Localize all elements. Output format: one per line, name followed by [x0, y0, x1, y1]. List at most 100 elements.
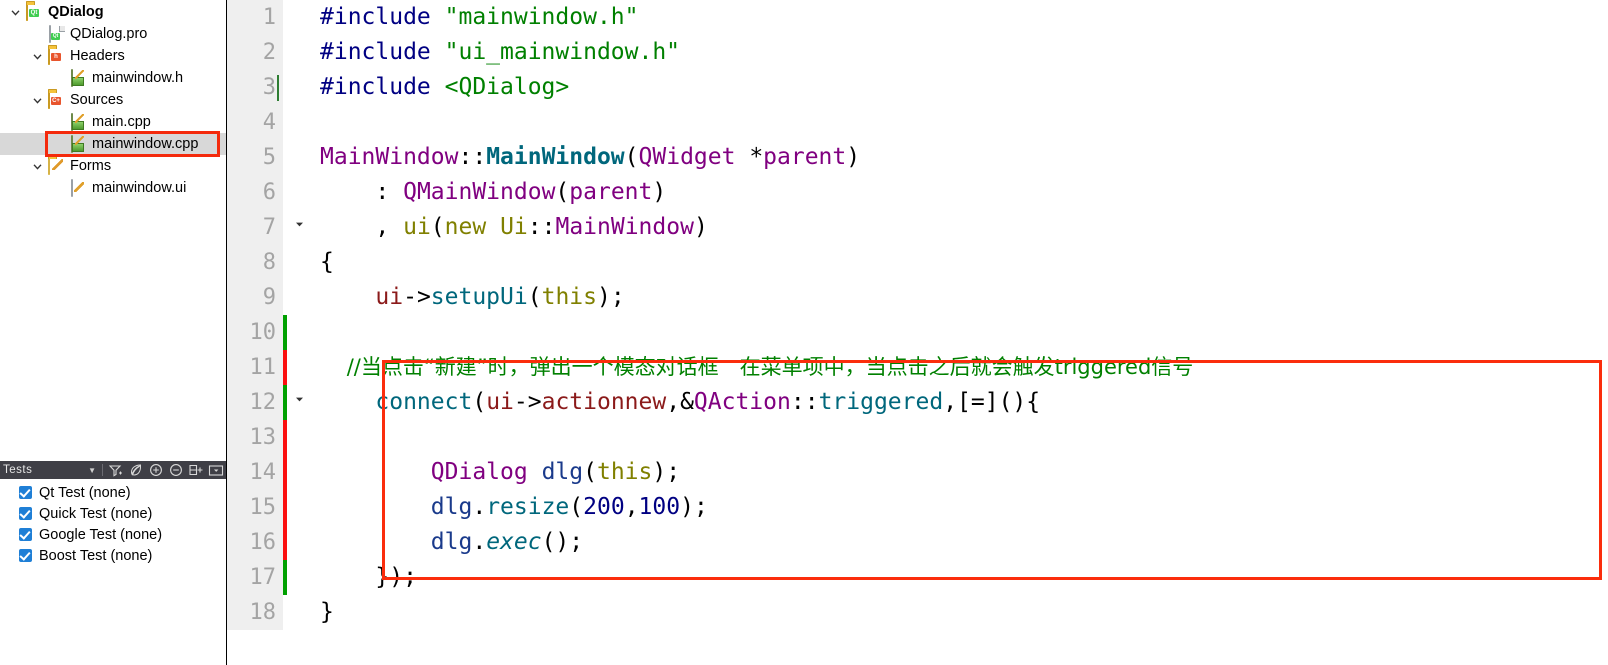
code-text[interactable]: connect(ui->actionnew,&QAction::triggere…	[311, 385, 1040, 420]
code-text[interactable]: : QMainWindow(parent)	[311, 175, 666, 210]
fold-chevron-down-icon[interactable]	[287, 385, 311, 420]
code-token: connect	[375, 389, 473, 415]
tree-item-mainwindow-cpp[interactable]: mainwindow.cpp	[0, 133, 226, 155]
tree-item-label: QDialog.pro	[70, 26, 148, 42]
tree-item-label: QDialog	[48, 4, 104, 20]
chevron-down-icon[interactable]	[4, 7, 26, 18]
code-text[interactable]: });	[311, 560, 417, 595]
tree-item-qdialog[interactable]: Qt QDialog	[0, 1, 226, 23]
code-token: }	[320, 599, 334, 625]
code-token: triggered	[818, 389, 944, 415]
add-sort-icon[interactable]	[186, 462, 206, 478]
code-text[interactable]: ui->setupUi(this);	[311, 280, 624, 315]
code-line[interactable]: 4	[227, 105, 1608, 140]
test-list-item[interactable]: Quick Test (none)	[0, 503, 226, 524]
chevron-down-icon[interactable]: ▼	[88, 466, 96, 475]
expand-all-icon[interactable]	[146, 462, 166, 478]
tree-item-mainwindow-ui[interactable]: mainwindow.ui	[0, 177, 226, 199]
code-token: MainWindow	[486, 144, 625, 170]
test-list-item[interactable]: Boost Test (none)	[0, 545, 226, 566]
code-token: ::	[458, 144, 487, 170]
code-text[interactable]: dlg.exec();	[311, 525, 583, 560]
code-token: QMainWindow	[403, 179, 556, 205]
code-line[interactable]: 1 #include "mainwindow.h"	[227, 0, 1608, 35]
line-number: 4	[227, 105, 283, 140]
code-text[interactable]: #include "mainwindow.h"	[311, 0, 639, 35]
options-dropdown-icon[interactable]	[206, 462, 226, 478]
code-token: this	[541, 284, 597, 310]
tests-panel: Tests ▼ Qt Test (none) Quick Test (none)…	[0, 461, 226, 665]
fold-chevron-down-icon[interactable]	[287, 210, 311, 245]
code-token: #include	[320, 39, 445, 65]
code-text[interactable]: QDialog dlg(this);	[311, 455, 680, 490]
code-line[interactable]: 17 });	[227, 560, 1608, 595]
test-list-item[interactable]: Qt Test (none)	[0, 482, 226, 503]
code-text[interactable]: {	[311, 245, 334, 280]
code-line[interactable]: 10	[227, 315, 1608, 350]
code-token: );	[652, 459, 681, 485]
code-line[interactable]: 6 : QMainWindow(parent)	[227, 175, 1608, 210]
tree-item-main-cpp[interactable]: main.cpp	[0, 111, 226, 133]
code-token: QAction	[693, 389, 791, 415]
code-token: exec	[486, 529, 542, 555]
tree-item-qdialog-pro[interactable]: Qt QDialog.pro	[0, 23, 226, 45]
leaf-icon[interactable]	[126, 462, 146, 478]
code-token: QWidget	[638, 144, 736, 170]
project-tree[interactable]: Qt QDialog Qt QDialog.pro h Headers mainwindow…	[0, 0, 226, 461]
tree-item-forms[interactable]: Forms	[0, 155, 226, 177]
code-token: ui	[403, 214, 431, 240]
code-token: (	[430, 214, 445, 240]
folder-headers-icon: h	[48, 47, 65, 65]
chevron-down-icon[interactable]	[26, 161, 48, 172]
code-line[interactable]: 14 QDialog dlg(this);	[227, 455, 1608, 490]
code-text[interactable]: , ui(new Ui::MainWindow)	[311, 210, 707, 245]
code-line[interactable]: 13	[227, 420, 1608, 455]
code-line[interactable]: 8{	[227, 245, 1608, 280]
code-line[interactable]: 18}	[227, 595, 1608, 630]
chevron-down-icon[interactable]	[26, 95, 48, 106]
code-token: ::	[790, 389, 819, 415]
tree-item-mainwindow-h[interactable]: mainwindow.h	[0, 67, 226, 89]
code-line[interactable]: 11 //当点击“新建”时，弹出一个模态对话框 在菜单项中，当点击之后就会触发t…	[227, 350, 1608, 385]
line-number: 14	[227, 455, 283, 490]
code-token: dlg	[541, 459, 584, 485]
code-lines[interactable]: 1 #include "mainwindow.h" 2 #include "ui_ma…	[227, 0, 1608, 630]
tests-toolbar[interactable]: Tests ▼	[0, 461, 226, 479]
code-line[interactable]: 2 #include "ui_mainwindow.h"	[227, 35, 1608, 70]
code-text[interactable]: }	[311, 595, 334, 630]
code-line[interactable]: 7 , ui(new Ui::MainWindow)	[227, 210, 1608, 245]
code-line[interactable]: 5 MainWindow::MainWindow(QWidget *parent)	[227, 140, 1608, 175]
filter-icon[interactable]	[106, 462, 126, 478]
checkbox[interactable]	[19, 486, 32, 499]
code-line[interactable]: 15 dlg.resize(200,100);	[227, 490, 1608, 525]
checkbox[interactable]	[19, 549, 32, 562]
tree-item-sources[interactable]: C+ Sources	[0, 89, 226, 111]
test-list-item[interactable]: Google Test (none)	[0, 524, 226, 545]
code-line[interactable]: 3 #include <QDialog>	[227, 70, 1608, 105]
code-line[interactable]: 12 connect(ui->actionnew,&QAction::trigg…	[227, 385, 1608, 420]
line-number: 18	[227, 595, 283, 630]
tree-item-headers[interactable]: h Headers	[0, 45, 226, 67]
tests-list[interactable]: Qt Test (none) Quick Test (none) Google Te…	[0, 479, 226, 665]
checkbox[interactable]	[19, 528, 32, 541]
code-line[interactable]: 16 dlg.exec();	[227, 525, 1608, 560]
code-token: });	[320, 564, 417, 590]
chevron-down-icon[interactable]	[26, 51, 48, 62]
code-text[interactable]: dlg.resize(200,100);	[311, 490, 708, 525]
code-text[interactable]: //当点击“新建”时，弹出一个模态对话框 在菜单项中，当点击之后就会触发trig…	[311, 350, 1194, 385]
checkbox[interactable]	[19, 507, 32, 520]
code-text[interactable]: #include <QDialog>	[311, 70, 569, 105]
code-token: ::	[527, 214, 556, 240]
code-text[interactable]: MainWindow::MainWindow(QWidget *parent)	[311, 140, 860, 175]
code-editor[interactable]: 1 #include "mainwindow.h" 2 #include "ui_ma…	[227, 0, 1608, 665]
code-text[interactable]: #include "ui_mainwindow.h"	[311, 35, 680, 70]
code-line[interactable]: 9 ui->setupUi(this);	[227, 280, 1608, 315]
code-token: dlg	[430, 494, 473, 520]
collapse-all-icon[interactable]	[166, 462, 186, 478]
code-token: parent	[569, 179, 653, 205]
